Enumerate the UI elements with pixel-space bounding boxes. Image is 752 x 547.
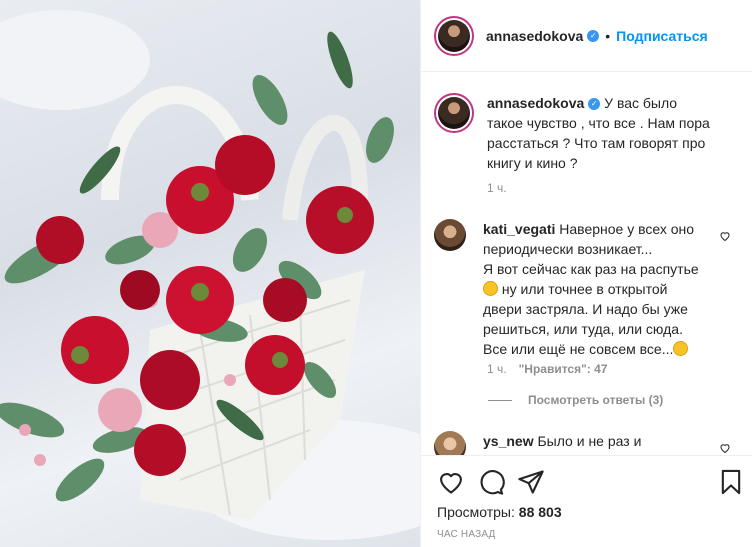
comment-text-line-3: Я вот сейчас как раз на распутье xyxy=(483,261,699,277)
verified-badge-icon: ✓ xyxy=(587,29,600,42)
comment-meta: 1 ч. "Нравится": 47 xyxy=(487,362,607,376)
comment-text: Было и не раз и xyxy=(537,433,642,449)
post-media-video[interactable] xyxy=(0,0,420,547)
view-replies-label: Посмотреть ответы (3) xyxy=(528,393,664,407)
caption-time[interactable]: 1 ч. xyxy=(487,181,507,195)
post-timestamp[interactable]: ЧАС НАЗАД xyxy=(437,529,496,540)
author-username[interactable]: annasedokova xyxy=(486,28,583,44)
author-avatar[interactable] xyxy=(434,15,474,56)
bookmark-icon[interactable] xyxy=(717,468,745,496)
separator-dot: • xyxy=(605,27,611,44)
views-counter[interactable]: Просмотры: 88 803 xyxy=(437,504,562,520)
comment-icon[interactable] xyxy=(477,468,505,496)
caption-row: annasedokova ✓ У вас было такое чувство ,… xyxy=(434,93,740,173)
commenter-avatar[interactable] xyxy=(434,219,466,251)
comment-row: ys_new Было и не раз и xyxy=(434,431,740,455)
comment-time[interactable]: 1 ч. xyxy=(487,362,507,376)
comment-row: kati_vegati Наверное у всех оно периодич… xyxy=(434,219,740,359)
comment-text-line-2: периодически возникает... xyxy=(483,241,653,257)
comment-likes[interactable]: "Нравится": 47 xyxy=(519,362,608,376)
flower-basket-image xyxy=(0,10,420,540)
comments-list[interactable]: annasedokova ✓ У вас было такое чувство ,… xyxy=(421,73,752,455)
commenter-avatar[interactable] xyxy=(434,431,466,455)
views-label: Просмотры: xyxy=(437,504,515,520)
caption-avatar[interactable] xyxy=(434,93,474,133)
share-icon[interactable] xyxy=(517,468,545,496)
comment-text-line-6: решиться, или туда, или сюда. xyxy=(483,321,683,337)
comment-author[interactable]: kati_vegati xyxy=(483,221,555,237)
post-details-panel: annasedokova ✓ • Подписаться annasedokov… xyxy=(420,0,752,547)
post-actions: Просмотры: 88 803 ЧАС НАЗАД xyxy=(421,455,752,547)
comment-text-line-4: ну или точнее в открытой xyxy=(501,281,668,297)
heart-icon[interactable] xyxy=(437,468,465,496)
follow-button[interactable]: Подписаться xyxy=(616,28,708,44)
smile-emoji xyxy=(673,341,689,356)
comment-text-line-1: Наверное у всех оно xyxy=(559,221,695,237)
comment-heart-icon[interactable] xyxy=(719,442,731,454)
comment-text-line-5: двери застряла. И надо бы уже xyxy=(483,301,688,317)
caption-author[interactable]: annasedokova xyxy=(487,95,584,111)
post-header: annasedokova ✓ • Подписаться xyxy=(421,0,752,72)
comment-text-line-7: Все или ещё не совсем все... xyxy=(483,341,674,357)
verified-badge-icon: ✓ xyxy=(588,98,601,111)
replies-line xyxy=(488,399,512,401)
views-count: 88 803 xyxy=(518,504,562,520)
view-replies-button[interactable]: Посмотреть ответы (3) xyxy=(488,393,663,407)
comment-heart-icon[interactable] xyxy=(719,230,731,242)
comment-author[interactable]: ys_new xyxy=(483,433,534,449)
smile-emoji xyxy=(483,281,498,296)
